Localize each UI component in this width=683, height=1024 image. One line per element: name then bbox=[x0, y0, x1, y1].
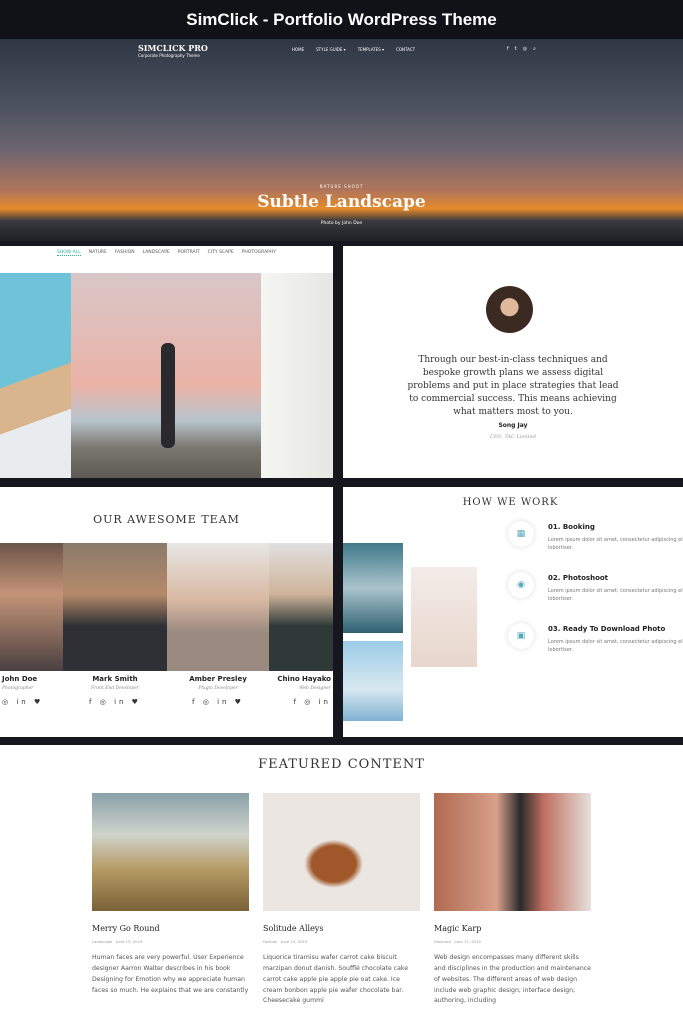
post-category[interactable]: Fashion bbox=[263, 939, 277, 944]
testimonial-name: Song Jay bbox=[498, 422, 528, 429]
post-card[interactable]: Magic Karp Featured June 13, 2019 Web de… bbox=[434, 793, 591, 1007]
search-icon[interactable]: ⌕ bbox=[533, 46, 536, 52]
tab-show-all[interactable]: SHOW ALL bbox=[57, 250, 81, 256]
image-icon: ▣ bbox=[508, 623, 534, 649]
how-we-work-panel: HOW WE WORK ▦ 01. Booking Lorem ipsum dolo… bbox=[343, 487, 683, 737]
camera-icon: ◉ bbox=[508, 572, 534, 598]
nav-contact[interactable]: CONTACT bbox=[396, 47, 415, 52]
member-role: Photographer bbox=[2, 686, 34, 691]
testimonial-role: CFO, TAC Limited bbox=[490, 434, 536, 440]
nav-home[interactable]: HOME bbox=[292, 47, 304, 52]
social-icons[interactable]: f ◎ in bbox=[269, 698, 331, 706]
step-photoshoot: ◉ 02. Photoshoot Lorem ipsum dolor sit ame… bbox=[508, 572, 683, 603]
post-card[interactable]: Merry Go Round Landscape June 13, 2019 H… bbox=[92, 793, 249, 996]
post-image[interactable] bbox=[92, 793, 249, 911]
twitter-icon[interactable]: t bbox=[515, 46, 517, 52]
team-member: Mark Smith Front End Developer f ◎ in ♥ bbox=[65, 675, 165, 706]
post-meta: Featured June 13, 2019 bbox=[434, 939, 591, 944]
post-meta: Landscape June 13, 2019 bbox=[92, 939, 249, 944]
logo-text: SIMCLICK PRO bbox=[138, 43, 208, 53]
tagline: Corporate Photography Theme bbox=[138, 53, 200, 58]
featured-title: FEATURED CONTENT bbox=[258, 757, 425, 772]
testimonial-quote: Through our best-in-class techniques and… bbox=[407, 355, 619, 418]
step-title: 03. Ready To Download Photo bbox=[548, 625, 666, 633]
post-meta: Fashion June 13, 2019 bbox=[263, 939, 420, 944]
hero: SIMCLICK PRO Corporate Photography Theme … bbox=[0, 39, 683, 241]
hero-kicker: NATURE SHOOT bbox=[319, 184, 364, 189]
member-name: Mark Smith bbox=[92, 675, 138, 683]
instagram-icon[interactable]: ◎ bbox=[523, 46, 527, 52]
step-title: 02. Photoshoot bbox=[548, 574, 609, 582]
tab-portrait[interactable]: PORTRAIT bbox=[178, 250, 200, 256]
nav-style-guide[interactable]: STYLE GUIDE ▾ bbox=[316, 47, 346, 52]
site-logo[interactable]: SIMCLICK PRO Corporate Photography Theme bbox=[138, 43, 208, 58]
post-title[interactable]: Magic Karp bbox=[434, 924, 591, 933]
step-text: Lorem ipsum dolor sit amet, consectetur … bbox=[548, 537, 683, 551]
tab-city-scape[interactable]: CITY SCAPE bbox=[208, 250, 234, 256]
portfolio-image[interactable] bbox=[71, 273, 261, 478]
step-text: Lorem ipsum dolor sit amet, consectetur … bbox=[548, 588, 683, 602]
post-title[interactable]: Solitude Alleys bbox=[263, 924, 420, 933]
member-role: Web Designer bbox=[299, 686, 331, 691]
banner-title: SimClick - Portfolio WordPress Theme bbox=[0, 0, 683, 39]
team-member: Amber Presley Plugin Developer f ◎ in ♥ bbox=[168, 675, 268, 706]
hero-title: Subtle Landscape bbox=[257, 192, 426, 212]
member-photo bbox=[0, 543, 63, 671]
portfolio-image[interactable] bbox=[0, 273, 71, 478]
social-icons[interactable]: ◎ in ♥ bbox=[2, 698, 62, 706]
tab-nature[interactable]: NATURE bbox=[89, 250, 107, 256]
member-role: Front End Developer bbox=[91, 686, 139, 691]
post-card[interactable]: Solitude Alleys Fashion June 13, 2019 Li… bbox=[263, 793, 420, 1007]
member-name: Chino Hayako bbox=[277, 675, 331, 683]
portfolio-tabs: SHOW ALL NATURE FASHION LANDSCAPE PORTRA… bbox=[0, 250, 333, 256]
social-icons[interactable]: f ◎ in ♥ bbox=[65, 698, 165, 706]
social-icons[interactable]: f ◎ in ♥ bbox=[168, 698, 268, 706]
nav-templates[interactable]: TEMPLATES ▾ bbox=[358, 47, 384, 52]
tab-photography[interactable]: PHOTOGRAPHY bbox=[242, 250, 276, 256]
how-title: HOW WE WORK bbox=[462, 497, 559, 508]
member-name: Amber Presley bbox=[189, 675, 247, 683]
member-role: Plugin Developer bbox=[198, 686, 238, 691]
hero-caption: Photo by John Doe bbox=[320, 221, 363, 226]
member-photo bbox=[63, 543, 167, 671]
header-icons: f t ◎ ⌕ bbox=[507, 46, 536, 52]
post-date: June 13, 2019 bbox=[454, 939, 481, 944]
team-title: OUR AWESOME TEAM bbox=[93, 513, 240, 526]
portfolio-panel: SHOW ALL NATURE FASHION LANDSCAPE PORTRA… bbox=[0, 246, 333, 478]
post-category[interactable]: Featured bbox=[434, 939, 451, 944]
member-photo bbox=[167, 543, 269, 671]
tab-landscape[interactable]: LANDSCAPE bbox=[143, 250, 170, 256]
team-panel: OUR AWESOME TEAM John Doe Photographer ◎ i… bbox=[0, 487, 333, 737]
member-name: John Doe bbox=[2, 675, 38, 683]
post-date: June 13, 2019 bbox=[280, 939, 308, 944]
step-title: 01. Booking bbox=[548, 523, 595, 531]
tab-fashion[interactable]: FASHION bbox=[115, 250, 135, 256]
post-image[interactable] bbox=[263, 793, 420, 911]
portfolio-image[interactable] bbox=[261, 273, 333, 478]
team-member: John Doe Photographer ◎ in ♥ bbox=[2, 675, 62, 706]
step-text: Lorem ipsum dolor sit amet, consectetur … bbox=[548, 639, 683, 653]
team-member: Chino Hayako Web Designer f ◎ in bbox=[269, 675, 331, 706]
testimonial-panel: Through our best-in-class techniques and… bbox=[343, 246, 683, 478]
post-date: June 13, 2019 bbox=[116, 939, 143, 944]
process-image bbox=[343, 543, 403, 633]
member-photo bbox=[269, 543, 333, 671]
step-booking: ▦ 01. Booking Lorem ipsum dolor sit amet, … bbox=[508, 521, 683, 552]
process-image bbox=[411, 567, 477, 667]
facebook-icon[interactable]: f bbox=[507, 46, 509, 52]
step-download: ▣ 03. Ready To Download Photo Lorem ipsum … bbox=[508, 623, 683, 654]
post-title[interactable]: Merry Go Round bbox=[92, 924, 249, 933]
post-excerpt: Human faces are very powerful. User Expe… bbox=[92, 954, 249, 994]
calendar-icon: ▦ bbox=[508, 521, 534, 547]
avatar bbox=[486, 286, 533, 333]
post-image[interactable] bbox=[434, 793, 591, 911]
post-excerpt: Liquorice tiramisu wafer carrot cake bis… bbox=[263, 954, 409, 1005]
main-nav: HOME STYLE GUIDE ▾ TEMPLATES ▾ CONTACT bbox=[292, 47, 415, 52]
post-excerpt: Web design encompasses many different sk… bbox=[434, 954, 591, 1005]
post-category[interactable]: Landscape bbox=[92, 939, 112, 944]
process-image bbox=[343, 641, 403, 721]
